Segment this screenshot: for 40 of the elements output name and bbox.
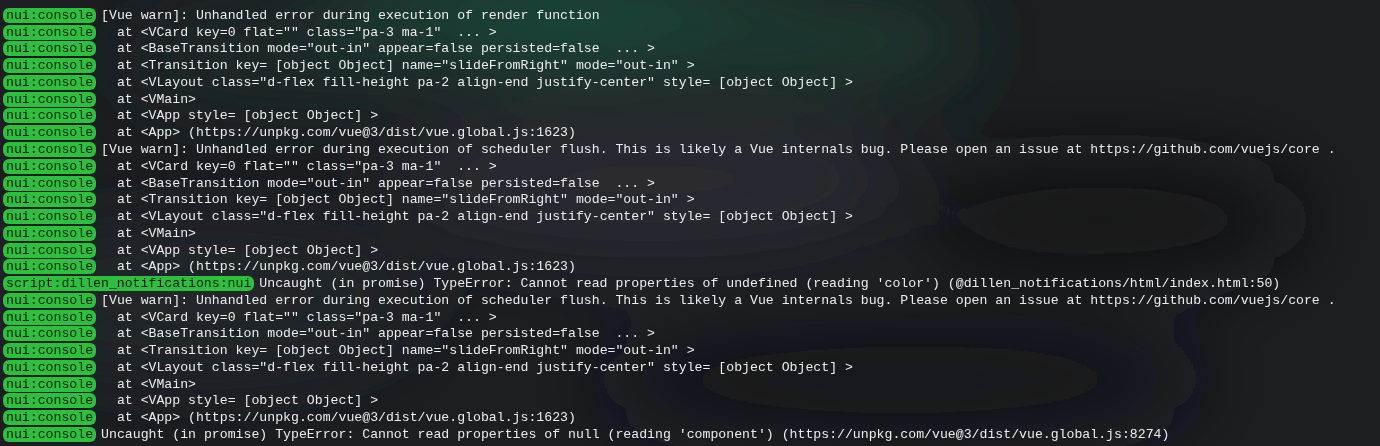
source-tag: nui:console — [3, 427, 97, 442]
source-tag: nui:console — [3, 192, 97, 208]
log-message: at <VApp style= [object Object] > — [115, 108, 379, 124]
log-message: at <VMain> — [115, 225, 197, 241]
log-message: at <VMain> — [115, 376, 197, 392]
log-message: [Vue warn]: Unhandled error during execution of scheduler flush. This is likely a Vue internals bug. Please open an issue at https://github.com/vuejs/core . — [101, 142, 1336, 157]
log-message: at <BaseTransition mode="out-in" appear=false persisted=false ... > — [115, 41, 656, 57]
log-message: at <App> (https://unpkg.com/vue@3/dist/vue.global.js:1623) — [115, 259, 576, 275]
source-tag: nui:console — [3, 259, 97, 275]
log-message: at <Transition key= [object Object] name="slideFromRight" mode="out-in" > — [115, 343, 695, 359]
source-tag: nui:console — [3, 58, 97, 74]
log-message: at <VLayout class="d-flex fill-height pa-2 align-end justify-center" style= [object Object] > — [115, 209, 853, 225]
source-tag: nui:console — [3, 142, 97, 157]
source-tag: nui:console — [3, 326, 97, 342]
log-message: at <VCard key=0 flat="" class="pa-3 ma-1" ... > — [115, 158, 497, 174]
source-tag: nui:console — [3, 343, 97, 359]
log-message: at <BaseTransition mode="out-in" appear=false persisted=false ... > — [115, 326, 656, 342]
log-message: [Vue warn]: Unhandled error during execution of scheduler flush. This is likely a Vue internals bug. Please open an issue at https://github.com/vuejs/core . — [101, 292, 1336, 308]
log-message: at <VMain> — [115, 91, 197, 107]
log-message: at <VApp style= [object Object] > — [115, 242, 379, 258]
log-message: at <App> (https://unpkg.com/vue@3/dist/vue.global.js:1623) — [115, 410, 576, 426]
log-message: at <Transition key= [object Object] name="slideFromRight" mode="out-in" > — [115, 192, 695, 208]
log-message: at <VLayout class="d-flex fill-height pa-2 align-end justify-center" style= [object Object] > — [115, 359, 853, 375]
log-message: at <VLayout class="d-flex fill-height pa-2 align-end justify-center" style= [object Object] > — [115, 74, 853, 90]
source-tag: nui:console — [3, 41, 97, 57]
log-message: Uncaught (in promise) TypeError: Cannot read properties of null (reading 'component') (https://unpkg.com/vue@3/dist/vue.global.js:8274) — [101, 427, 1170, 442]
log-message: at <App> (https://unpkg.com/vue@3/dist/vue.global.js:1623) — [115, 125, 576, 141]
log-message: at <Transition key= [object Object] name="slideFromRight" mode="out-in" > — [115, 58, 695, 74]
source-tag: nui:console — [3, 410, 97, 426]
log-message: at <VCard key=0 flat="" class="pa-3 ma-1" ... > — [115, 24, 497, 40]
source-tag: nui:console — [3, 125, 97, 141]
log-message: at <VCard key=0 flat="" class="pa-3 ma-1" ... > — [115, 309, 497, 325]
source-tag: nui:console — [3, 108, 97, 124]
source-tag: nui:console — [3, 209, 97, 225]
log-message: at <BaseTransition mode="out-in" appear=false persisted=false ... > — [115, 175, 656, 191]
log-message: Uncaught (in promise) TypeError: Cannot read properties of undefined (reading 'color') (@dillen_notifications/html/index.html:50) — [259, 276, 1281, 292]
log-message: [Vue warn]: Unhandled error during execution of render function — [101, 7, 600, 23]
log-message: at <VApp style= [object Object] > — [115, 393, 379, 409]
source-tag: nui:console — [3, 393, 97, 409]
source-tag: script:dillen_notifications:nui — [3, 276, 255, 292]
